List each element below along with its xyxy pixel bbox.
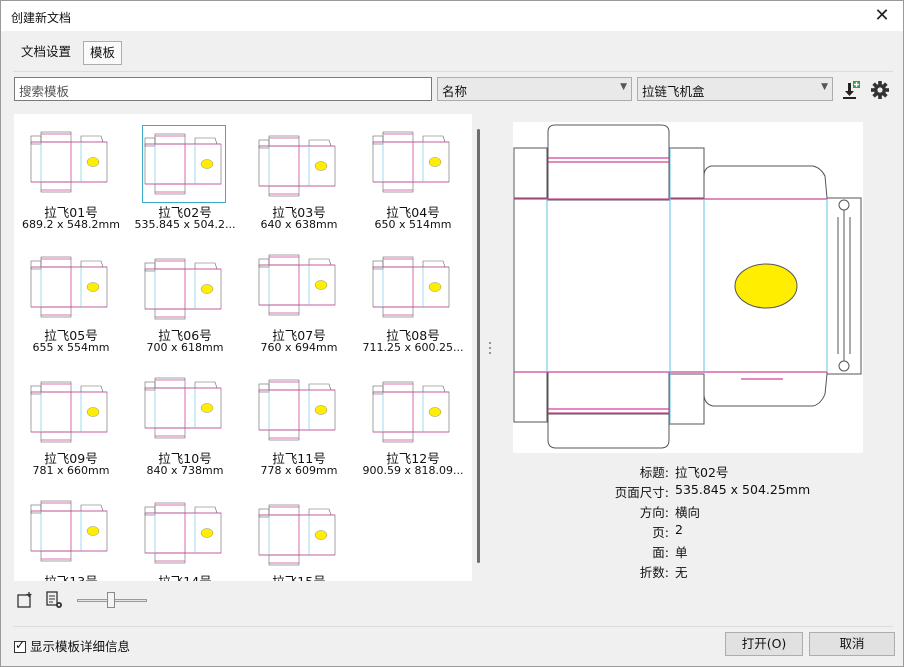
template-size: 650 x 514mm [374,218,452,231]
template-thumbnail[interactable] [371,249,453,325]
template-name: 拉飞13号 [14,571,128,581]
sort-select[interactable]: 名称 ▼ [437,77,632,101]
detail-row: 面: 单 [561,542,881,562]
checkbox-box[interactable] [14,638,26,653]
category-select-value: 拉链飞机盒 [642,84,705,99]
create-document-dialog: 创建新文档 ✕ 文档设置 模板 搜索模板 名称 ▼ 拉链飞机盒 ▼ 拉飞01号 … [0,0,904,667]
search-input[interactable]: 搜索模板 [14,77,432,101]
detail-value: 无 [675,565,688,580]
template-thumbnail[interactable] [371,126,453,202]
template-size: 760 x 694mm [260,341,338,354]
window-title: 创建新文档 [11,11,72,25]
detail-value: 单 [675,545,688,560]
close-icon[interactable]: ✕ [871,5,893,27]
detail-row: 页: 2 [561,522,881,542]
template-thumbnail[interactable] [257,372,339,448]
sort-select-value: 名称 [442,84,468,99]
template-size: 689.2 x 548.2mm [22,218,120,231]
preview-dieline [513,124,862,449]
template-item[interactable]: 拉飞06号 700 x 618mm [128,237,242,359]
cancel-button[interactable]: 取消 [809,632,895,656]
template-item[interactable]: 拉飞03号 640 x 638mm [242,114,356,236]
template-thumbnail[interactable] [257,495,339,571]
detail-value: 535.845 x 504.25mm [675,482,811,497]
chevron-down-icon: ▼ [620,82,627,92]
template-thumbnail[interactable] [143,372,225,448]
show-details-label: 显示模板详细信息 [29,639,130,654]
template-list-scrollbar[interactable] [472,114,486,581]
template-size: 640 x 638mm [260,218,338,231]
title-bar: 创建新文档 ✕ [1,1,903,31]
open-button[interactable]: 打开(O) [725,632,803,656]
tab-templates[interactable]: 模板 [83,41,123,65]
template-thumbnail[interactable] [29,126,111,202]
tab-document-settings[interactable]: 文档设置 [15,41,77,65]
detail-row: 折数: 无 [561,562,881,582]
detail-key: 标题: [639,465,669,480]
template-thumbnail[interactable] [142,125,226,203]
detail-value: 2 [675,522,683,537]
chevron-down-icon: ▼ [821,82,828,92]
template-item[interactable]: 拉飞15号 [242,483,356,581]
detail-key: 页: [652,525,669,540]
footer-divider [13,626,893,627]
new-folder-icon[interactable] [16,590,38,612]
template-item[interactable]: 拉飞10号 840 x 738mm [128,360,242,482]
template-thumbnail[interactable] [29,249,111,325]
template-size: 781 x 660mm [32,464,110,477]
gear-icon[interactable] [869,79,891,101]
template-size: 711.25 x 600.25... [362,341,464,354]
template-size: 778 x 609mm [260,464,338,477]
template-thumbnail[interactable] [371,372,453,448]
detail-value: 横向 [675,505,701,520]
detail-key: 折数: [639,565,669,580]
template-thumbnail[interactable] [29,372,111,448]
detail-key: 面: [652,545,669,560]
template-item[interactable]: 拉飞04号 650 x 514mm [356,114,470,236]
template-item[interactable]: 拉飞08号 711.25 x 600.25... [356,237,470,359]
template-thumbnail[interactable] [257,126,339,202]
template-item[interactable]: 拉飞13号 [14,483,128,581]
template-item[interactable]: 拉飞01号 689.2 x 548.2mm [14,114,128,236]
detail-value: 拉飞02号 [675,465,729,480]
template-list[interactable]: 拉飞01号 689.2 x 548.2mm 拉飞02号 535.845 x 504.… [14,114,472,581]
template-thumbnail[interactable] [143,249,225,325]
template-name: 拉飞15号 [242,571,356,581]
template-item[interactable]: 拉飞05号 655 x 554mm [14,237,128,359]
template-thumbnail[interactable] [29,495,111,571]
template-size: 535.845 x 504.2... [134,218,236,231]
template-item[interactable]: 拉飞11号 778 x 609mm [242,360,356,482]
tab-divider [13,71,893,72]
thumbnail-size-slider-handle[interactable] [107,592,115,608]
template-item[interactable]: 拉飞02号 535.845 x 504.2... [128,114,242,236]
template-item[interactable]: 拉飞09号 781 x 660mm [14,360,128,482]
splitter-handle[interactable] [488,341,492,355]
template-size: 655 x 554mm [32,341,110,354]
template-size: 840 x 738mm [146,464,224,477]
template-thumbnail[interactable] [257,249,339,325]
template-name: 拉飞14号 [128,571,242,581]
detail-row: 标题: 拉飞02号 [561,462,881,482]
scrollbar-thumb[interactable] [477,129,480,563]
template-preview [513,122,863,453]
import-template-icon[interactable] [839,79,861,101]
template-item[interactable]: 拉飞12号 900.59 x 818.09... [356,360,470,482]
template-size: 900.59 x 818.09... [362,464,464,477]
template-item[interactable]: 拉飞07号 760 x 694mm [242,237,356,359]
detail-row: 方向: 横向 [561,502,881,522]
detail-key: 方向: [639,505,669,520]
template-size: 700 x 618mm [146,341,224,354]
template-thumbnail[interactable] [143,495,225,571]
template-item[interactable]: 拉飞14号 [128,483,242,581]
template-settings-icon[interactable] [45,590,67,612]
detail-row: 页面尺寸: 535.845 x 504.25mm [561,482,881,502]
detail-key: 页面尺寸: [614,485,669,500]
show-details-checkbox[interactable]: 显示模板详细信息 [14,636,130,654]
category-select[interactable]: 拉链飞机盒 ▼ [637,77,833,101]
